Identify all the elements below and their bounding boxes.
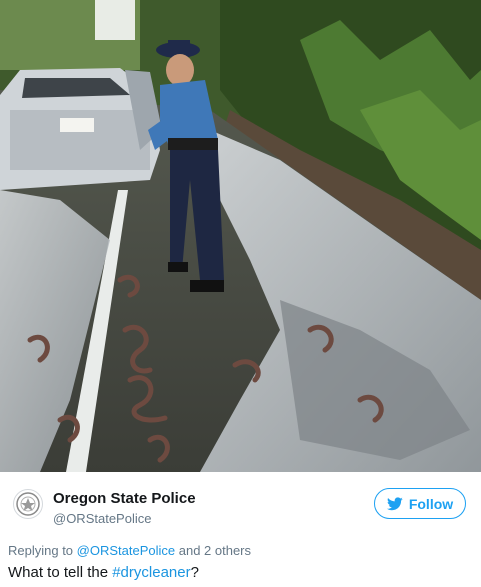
- display-name[interactable]: Oregon State Police: [53, 490, 196, 507]
- tweet-text-before: What to tell the: [8, 564, 113, 581]
- tweet-text: What to tell the #drycleaner?: [8, 564, 199, 581]
- follow-button[interactable]: Follow: [374, 488, 466, 519]
- follow-button-label: Follow: [408, 495, 454, 512]
- reply-mention-link[interactable]: @ORStatePolice: [77, 543, 175, 558]
- account-handle[interactable]: @ORStatePolice: [53, 511, 151, 526]
- police-badge-icon: [16, 492, 40, 516]
- reply-suffix: and 2 others: [175, 543, 252, 558]
- reply-prefix: Replying to: [8, 543, 77, 558]
- photo-image: [0, 0, 481, 472]
- hashtag-link[interactable]: #drycleaner: [112, 564, 190, 581]
- twitter-bird-icon: [386, 496, 403, 510]
- avatar[interactable]: [13, 489, 43, 519]
- tweet-photo[interactable]: [0, 0, 481, 472]
- reply-context: Replying to @ORStatePolice and 2 others: [8, 543, 251, 558]
- tweet-text-after: ?: [190, 564, 199, 581]
